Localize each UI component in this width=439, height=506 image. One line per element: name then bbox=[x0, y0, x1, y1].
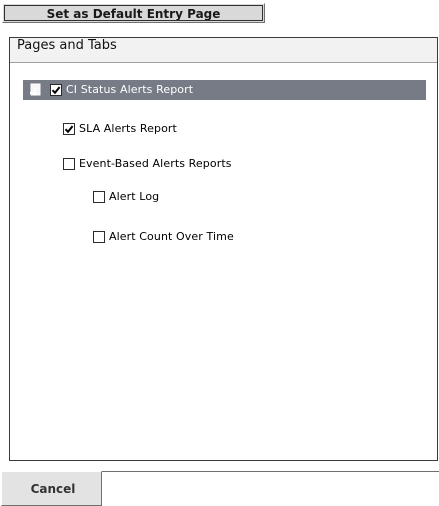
footer-divider bbox=[102, 471, 439, 472]
tree-item-label: SLA Alerts Report bbox=[79, 122, 177, 135]
tree-item-label: Event-Based Alerts Reports bbox=[79, 157, 232, 170]
alert-log-checkbox[interactable] bbox=[93, 191, 105, 203]
event-based-alerts-checkbox[interactable] bbox=[63, 158, 75, 170]
pages-and-tabs-dialog: Set as Default Entry Page Pages and Tabs bbox=[0, 0, 439, 506]
alert-count-over-time-checkbox[interactable] bbox=[93, 231, 105, 243]
set-default-entry-page-button[interactable]: Set as Default Entry Page bbox=[2, 3, 265, 23]
tree-item-event-based-alerts-reports[interactable]: Event-Based Alerts Reports bbox=[63, 154, 232, 174]
ci-status-alerts-checkbox[interactable] bbox=[50, 84, 62, 96]
tree-item-sla-alerts-report[interactable]: SLA Alerts Report bbox=[63, 119, 177, 139]
cancel-button[interactable]: Cancel bbox=[1, 471, 102, 506]
tree-item-label: CI Status Alerts Report bbox=[66, 83, 194, 96]
expand-page-icon[interactable] bbox=[28, 82, 44, 98]
sla-alerts-checkbox[interactable] bbox=[63, 123, 75, 135]
tree-item-alert-log[interactable]: Alert Log bbox=[93, 187, 159, 207]
pages-tree: CI Status Alerts Report SLA Alerts Repor… bbox=[10, 63, 437, 460]
tree-item-alert-count-over-time[interactable]: Alert Count Over Time bbox=[93, 227, 234, 247]
pages-and-tabs-panel: Pages and Tabs CI Status Alerts Report S… bbox=[9, 37, 438, 461]
tree-item-ci-status-alerts-report[interactable]: CI Status Alerts Report bbox=[23, 80, 426, 100]
panel-title: Pages and Tabs bbox=[10, 38, 437, 63]
tree-item-label: Alert Count Over Time bbox=[109, 230, 234, 243]
tree-item-label: Alert Log bbox=[109, 190, 160, 203]
